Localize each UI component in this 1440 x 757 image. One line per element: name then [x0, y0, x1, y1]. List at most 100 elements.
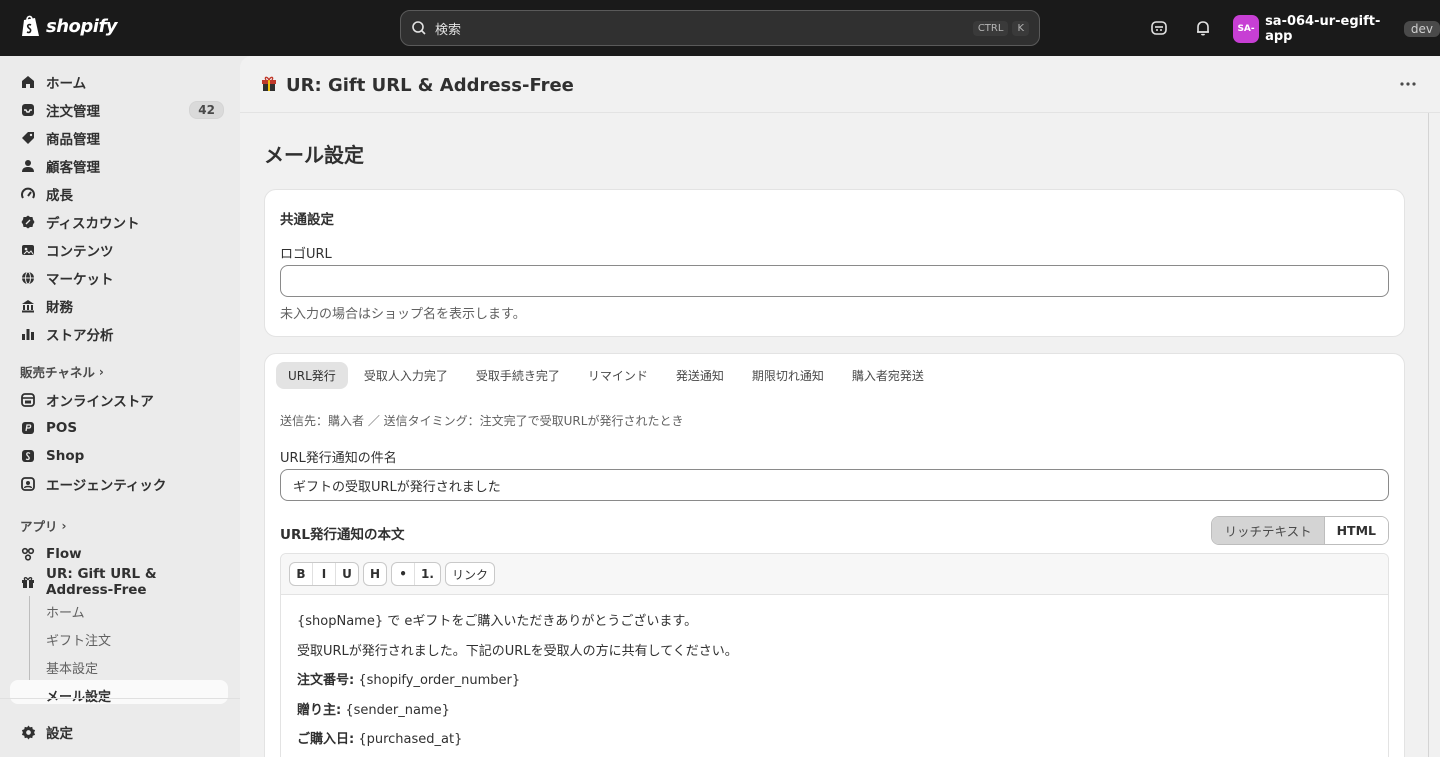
bullet-list-button[interactable]: • [392, 563, 414, 585]
sidebar-item-label: ディスカウント [46, 216, 140, 232]
sidebar-subitem-basic-settings[interactable]: 基本設定 [46, 658, 98, 677]
tab-recipient-input-complete[interactable]: 受取人入力完了 [352, 362, 460, 389]
sales-channels-heading[interactable]: 販売チャネル › [20, 362, 104, 381]
sidebar-item-gift-app[interactable]: UR: Gift URL & Address-Free [10, 566, 228, 598]
body-label: URL発行通知の本文 [280, 527, 405, 543]
tab-reminder[interactable]: リマインド [576, 362, 660, 389]
tab-receive-complete[interactable]: 受取手続き完了 [464, 362, 572, 389]
sidebar-item-online-store[interactable]: オンラインストア [10, 386, 228, 414]
bold-button[interactable]: B [290, 563, 312, 585]
editor-line: 贈り主: {sender_name} [297, 702, 1372, 732]
sidebar-item-markets[interactable]: マーケット [10, 264, 228, 292]
sidebar-item-content[interactable]: コンテンツ [10, 236, 228, 264]
sidebar-item-label: エージェンティック [46, 478, 167, 494]
sidebar-item-label: POS [46, 420, 78, 436]
sidebar-item-label: 財務 [46, 300, 73, 316]
settings-label: 設定 [46, 726, 73, 742]
shopify-bag-icon [22, 15, 39, 36]
editor-line: ご購入日: {purchased_at} [297, 731, 1372, 757]
heading-button[interactable]: H [364, 563, 386, 585]
main-content: UR: Gift URL & Address-Free メール設定 共通設定 ロ… [240, 56, 1440, 757]
app-title-text: UR: Gift URL & Address-Free [286, 75, 574, 96]
globe-icon [20, 270, 36, 286]
avatar: SA- [1233, 15, 1260, 43]
discount-icon [20, 214, 36, 230]
sidebar-subitem-gift-orders[interactable]: ギフト注文 [46, 630, 111, 649]
account-menu[interactable]: SA- sa-064-ur-egift-app dev [1233, 14, 1440, 44]
subject-input[interactable]: ギフトの受取URLが発行されました [280, 469, 1389, 501]
sidebar-item-pos[interactable]: POS [10, 414, 228, 442]
home-icon [20, 74, 36, 90]
sidebar-item-settings[interactable]: 設定 [10, 718, 228, 746]
sidebar-item-label: ホーム [46, 76, 87, 92]
line-bold: 贈り主: [297, 702, 342, 718]
apps-label: アプリ [20, 519, 58, 534]
email-type-tabs: URL発行 受取人入力完了 受取手続き完了 リマインド 発送通知 期限切れ通知 … [276, 362, 936, 389]
shopify-logo[interactable]: shopify [20, 14, 118, 38]
sidebar-item-home[interactable]: ホーム [10, 68, 228, 96]
sidebar-item-discounts[interactable]: ディスカウント [10, 208, 228, 236]
apps-heading[interactable]: アプリ › [20, 516, 66, 535]
shop-name: sa-064-ur-egift-app [1265, 14, 1381, 44]
editor-body[interactable]: {shopName} で eギフトをご購入いただきありがとうございます。 受取U… [281, 595, 1388, 757]
italic-button[interactable]: I [313, 563, 335, 585]
gauge-icon [20, 186, 36, 202]
top-bar: shopify 検索 CTRL K SA- sa-064-ur-egift-ap… [0, 0, 1440, 56]
notifications-button[interactable] [1191, 16, 1215, 40]
sidebar-item-analytics[interactable]: ストア分析 [10, 320, 228, 348]
gift-app-icon [20, 574, 36, 590]
sidebar-item-label: UR: Gift URL & Address-Free [46, 566, 157, 598]
line-text: {sender_name} [341, 702, 450, 718]
sidekick-button[interactable] [1147, 16, 1171, 40]
sidebar: ホーム 注文管理 42 商品管理 顧客管理 成長 ディスカウント コンテンツ マ… [0, 56, 240, 757]
line-text: {purchased_at} [354, 732, 463, 748]
editor-line: 注文番号: {shopify_order_number} [297, 672, 1372, 702]
line-bold: ご購入日: [297, 732, 355, 748]
sidebar-item-shop[interactable]: Shop [10, 442, 228, 470]
env-badge: dev [1403, 21, 1440, 37]
card-title: 共通設定 [280, 212, 334, 228]
editor-mode-toggle: リッチテキスト HTML [1211, 516, 1389, 545]
sidebar-item-flow[interactable]: Flow [10, 540, 228, 568]
format-group: B I U [289, 562, 359, 586]
logo-url-input[interactable] [280, 265, 1389, 297]
sidebar-subitem-home[interactable]: ホーム [46, 602, 85, 621]
sidekick-icon [1151, 21, 1167, 35]
sidebar-item-label: 商品管理 [46, 132, 100, 148]
sidebar-item-growth[interactable]: 成長 [10, 180, 228, 208]
subject-label: URL発行通知の件名 [280, 451, 397, 466]
tab-buyer-shipping[interactable]: 購入者宛発送 [840, 362, 936, 389]
sidebar-item-orders[interactable]: 注文管理 42 [10, 96, 228, 124]
image-icon [20, 242, 36, 258]
more-actions-button[interactable] [1398, 74, 1418, 94]
orders-count-badge: 42 [189, 101, 224, 119]
scrollbar[interactable] [1428, 113, 1429, 757]
tab-expiry-notice[interactable]: 期限切れ通知 [740, 362, 836, 389]
send-timing-note: 送信先：購入者 ／ 送信タイミング：注文完了で受取URLが発行されたとき [280, 414, 684, 428]
link-button[interactable]: リンク [446, 563, 494, 585]
chevron-right-icon: › [98, 364, 104, 379]
sidebar-subitem-mail-settings[interactable]: メール設定 [46, 686, 111, 705]
rich-text-mode-button[interactable]: リッチテキスト [1212, 517, 1325, 544]
sidebar-subitem-active-bg [10, 680, 228, 704]
chevron-right-icon: › [61, 518, 67, 533]
page-title: メール設定 [264, 143, 364, 167]
shop-icon [20, 448, 36, 464]
sidebar-item-agentic[interactable]: エージェンティック [10, 470, 228, 498]
sidebar-item-label: オンラインストア [46, 394, 154, 410]
sidebar-item-customers[interactable]: 顧客管理 [10, 152, 228, 180]
tab-shipping-notice[interactable]: 発送通知 [664, 362, 736, 389]
shortcut-key-k: K [1012, 20, 1029, 36]
pos-icon [20, 420, 36, 436]
html-mode-button[interactable]: HTML [1324, 517, 1388, 544]
line-text: {shopify_order_number} [354, 673, 521, 689]
numbered-list-button[interactable]: 1. [415, 563, 440, 585]
search-bar[interactable]: 検索 CTRL K [400, 10, 1040, 46]
sidebar-item-label: マーケット [46, 272, 114, 288]
app-header: UR: Gift URL & Address-Free [240, 56, 1440, 113]
underline-button[interactable]: U [336, 563, 358, 585]
sidebar-item-finance[interactable]: 財務 [10, 292, 228, 320]
sidebar-item-products[interactable]: 商品管理 [10, 124, 228, 152]
sidebar-item-label: 注文管理 [46, 104, 100, 120]
tab-url-issued[interactable]: URL発行 [276, 362, 348, 389]
